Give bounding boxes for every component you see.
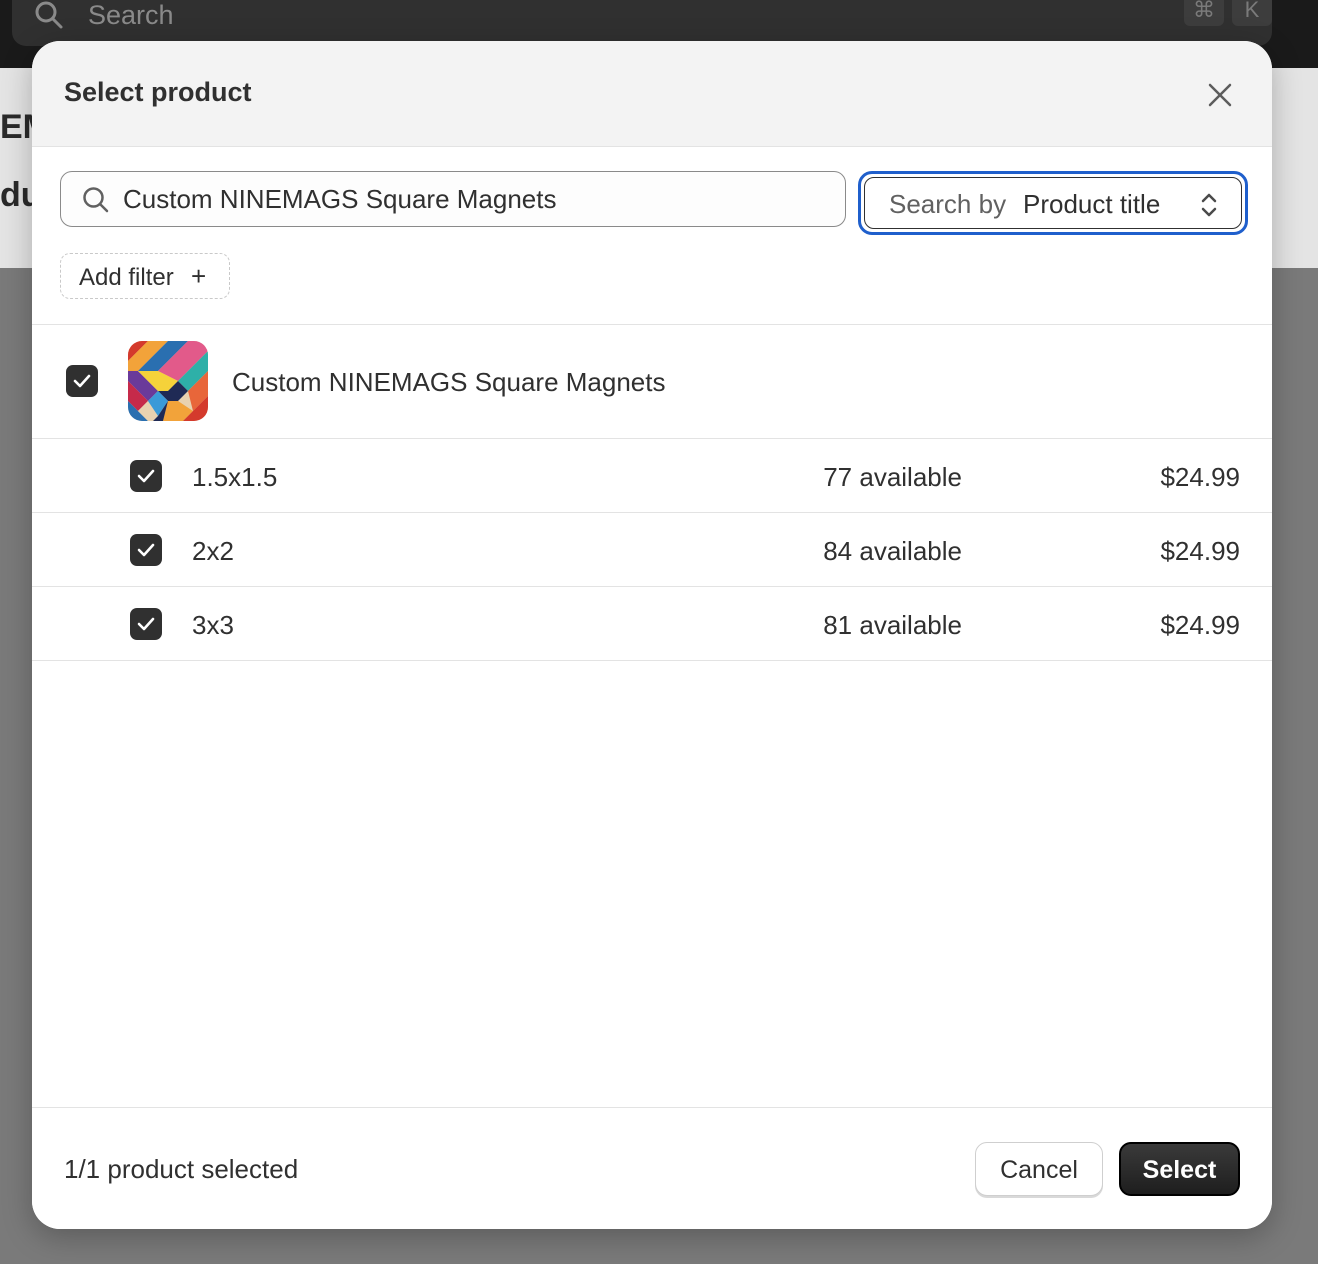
- variant-price: $24.99: [1160, 462, 1240, 492]
- variant-name: 3x3: [192, 610, 234, 640]
- variant-checkbox[interactable]: [130, 608, 162, 640]
- product-name: Custom NINEMAGS Square Magnets: [232, 367, 666, 397]
- checkmark-icon: [137, 543, 155, 557]
- modal-header: Select product: [32, 41, 1272, 147]
- checkmark-icon: [73, 374, 91, 388]
- variant-name: 2x2: [192, 536, 234, 566]
- variant-availability: 81 available: [823, 610, 962, 640]
- search-by-value: Product title: [1023, 189, 1161, 219]
- variant-name: 1.5x1.5: [192, 462, 278, 492]
- add-filter-label: Add filter: [79, 264, 174, 291]
- product-row[interactable]: Custom NINEMAGS Square Magnets: [32, 325, 1272, 439]
- plus-icon: +: [191, 261, 207, 291]
- search-by-select-inner[interactable]: Search by Product title: [864, 177, 1242, 229]
- variant-price: $24.99: [1160, 536, 1240, 566]
- product-search-field[interactable]: [60, 171, 846, 227]
- search-by-select[interactable]: Search by Product title: [858, 171, 1248, 235]
- modal-title: Select product: [64, 77, 252, 107]
- select-chevron-icon: [1201, 193, 1217, 217]
- variant-availability: 77 available: [823, 462, 962, 492]
- close-icon: [1208, 83, 1232, 107]
- search-toolbar: Search by Product title Add filter +: [32, 147, 1272, 325]
- variant-row[interactable]: 2x2 84 available $24.99: [32, 513, 1272, 587]
- cancel-button-label: Cancel: [1000, 1156, 1078, 1184]
- select-button-label: Select: [1142, 1156, 1217, 1184]
- global-search-placeholder: Search: [88, 0, 174, 30]
- product-checkbox[interactable]: [66, 365, 98, 397]
- variant-row[interactable]: 1.5x1.5 77 available $24.99: [32, 439, 1272, 513]
- search-icon: [35, 1, 63, 29]
- search-by-prefix: Search by: [889, 189, 1007, 219]
- modal-footer: 1/1 product selected Cancel Select: [32, 1107, 1272, 1229]
- cancel-button[interactable]: Cancel: [975, 1142, 1103, 1196]
- product-search-input[interactable]: [123, 180, 823, 218]
- variant-checkbox[interactable]: [130, 460, 162, 492]
- global-search-bar[interactable]: Search ⌘ K: [12, 0, 1272, 46]
- checkmark-icon: [137, 469, 155, 483]
- checkmark-icon: [137, 617, 155, 631]
- select-button[interactable]: Select: [1119, 1142, 1240, 1196]
- variant-price: $24.99: [1160, 610, 1240, 640]
- shortcut-key-cmd: ⌘: [1184, 0, 1224, 26]
- add-filter-button[interactable]: Add filter +: [60, 253, 230, 299]
- select-product-modal: Select product Search by Product title: [32, 41, 1272, 1229]
- product-thumbnail: [128, 341, 208, 421]
- shortcut-key-k: K: [1232, 0, 1272, 26]
- search-icon: [83, 187, 109, 213]
- variant-availability: 84 available: [823, 536, 962, 566]
- variant-row[interactable]: 3x3 81 available $24.99: [32, 587, 1272, 661]
- variant-checkbox[interactable]: [130, 534, 162, 566]
- close-button[interactable]: [1204, 79, 1236, 111]
- selection-status: 1/1 product selected: [64, 1154, 299, 1184]
